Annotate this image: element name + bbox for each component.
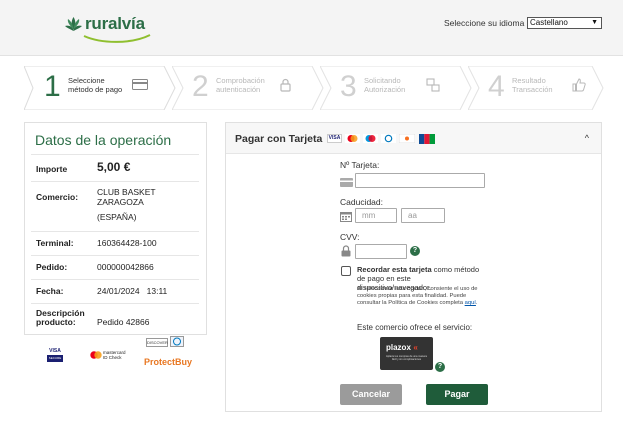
operation-details-panel: Datos de la operación Importe 5,00 € Com… xyxy=(24,122,207,335)
amount-label: Importe xyxy=(36,164,68,174)
diners-logo xyxy=(170,336,184,347)
step-2: 2 Comprobación autenticación xyxy=(172,66,324,110)
step-1-number: 1 xyxy=(44,70,61,103)
step-1: 1 Seleccione método de pago xyxy=(24,66,176,110)
order-value: 000000042866 xyxy=(97,262,154,272)
description-label: Descripción producto: xyxy=(36,309,85,327)
diners-circle-icon xyxy=(173,337,181,346)
ruralvia-logo: ruralvía xyxy=(64,14,156,44)
cookies-text: Al seleccionar esta opción, consiente el… xyxy=(357,286,489,308)
chevron-down-icon: ▼ xyxy=(591,19,598,26)
maestro-brand-icon xyxy=(363,134,378,143)
cvv-help-icon[interactable]: ? xyxy=(410,246,420,256)
plazox-logo: plazox « xyxy=(386,342,427,352)
expiry-year-input[interactable]: aa xyxy=(401,208,445,223)
progress-steps: 1 Seleccione método de pago 2 Comprobaci… xyxy=(24,66,604,110)
plazox-banner[interactable]: plazox « Aplaza tus compras de una maner… xyxy=(380,337,433,370)
cancel-button[interactable]: Cancelar xyxy=(340,384,402,405)
language-select[interactable]: Castellano ▼ xyxy=(527,17,602,29)
cookies-policy-link[interactable]: aquí xyxy=(465,300,476,306)
mastercard-brand-icon xyxy=(345,134,360,143)
language-label: Seleccione su idioma xyxy=(444,18,525,28)
pay-button[interactable]: Pagar xyxy=(426,384,488,405)
amount-value: 5,00 € xyxy=(97,160,131,174)
lock-icon xyxy=(341,245,351,257)
date-label: Fecha: xyxy=(36,286,64,296)
row-date: Fecha: 24/01/2024 13:11 xyxy=(31,279,199,303)
header: ruralvía Seleccione su idioma Castellano… xyxy=(0,0,623,56)
remember-card-checkbox[interactable] xyxy=(341,266,351,276)
terminal-label: Terminal: xyxy=(36,238,74,248)
security-logos: VISA SECURE mastercard ID Check DISCOVER… xyxy=(24,336,207,376)
expiry-month-input[interactable]: mm xyxy=(355,208,397,223)
visa-secure-logo: VISA SECURE xyxy=(47,348,63,363)
row-terminal: Terminal: 160364428-100 xyxy=(31,231,199,255)
card-number-label: Nº Tarjeta: xyxy=(340,160,380,170)
logo-swoosh xyxy=(83,34,151,43)
step-4: 4 Resultado Transacción xyxy=(468,66,604,110)
card-number-input[interactable] xyxy=(355,173,485,188)
merchant-line3: (ESPAÑA) xyxy=(97,212,137,222)
thumbs-up-icon xyxy=(572,78,586,92)
logo-text: ruralvía xyxy=(85,14,145,33)
visa-brand-icon: VISA xyxy=(327,134,342,143)
step-3-number: 3 xyxy=(340,70,357,103)
leaf-logo-icon xyxy=(65,17,82,31)
diners-brand-icon xyxy=(381,134,396,143)
step-2-number: 2 xyxy=(192,70,209,103)
protectbuy-logo: ProtectBuy xyxy=(144,357,193,367)
service-offer-text: Este comercio ofrece el servicio: xyxy=(357,323,473,332)
discover-brand-icon xyxy=(399,134,415,143)
row-description: Descripción producto: Pedido 42866 xyxy=(31,303,199,333)
payment-panel-header[interactable]: Pagar con Tarjeta VISA ^ xyxy=(226,123,601,154)
description-value: Pedido 42866 xyxy=(97,317,150,327)
mastercard-idcheck-logo: mastercard ID Check xyxy=(90,350,136,362)
transfer-icon xyxy=(426,78,440,92)
cookies-text-end: . xyxy=(475,300,478,307)
plazox-help-icon[interactable]: ? xyxy=(435,362,445,372)
terminal-value: 160364428-100 xyxy=(97,238,157,248)
plazox-chevrons-icon: « xyxy=(413,343,418,352)
cvv-label: CVV: xyxy=(340,232,360,242)
cvv-input[interactable] xyxy=(355,244,407,259)
mastercard-circles-icon xyxy=(90,351,102,359)
expiry-label: Caducidad: xyxy=(340,197,384,207)
row-merchant: Comercio: CLUB BASKET ZARAGOZA (ESPAÑA) xyxy=(31,181,199,231)
lock-icon xyxy=(280,78,291,92)
visa-secure-logo-sub: SECURE xyxy=(47,355,63,362)
language-select-value: Castellano xyxy=(530,18,568,27)
plazox-subtitle: Aplaza tus compras de una manera fácil y… xyxy=(386,355,427,362)
order-label: Pedido: xyxy=(36,262,68,272)
mastercard-idcheck-text: ID Check xyxy=(103,355,122,360)
row-amount: Importe 5,00 € xyxy=(31,154,199,181)
pay-with-card-title: Pagar con Tarjeta xyxy=(235,133,323,145)
payment-panel: Pagar con Tarjeta VISA ^ Nº Tarjeta: Cad… xyxy=(225,122,602,412)
plazox-logo-text: plazox xyxy=(386,343,411,352)
visa-secure-logo-text: VISA xyxy=(49,348,61,354)
row-order: Pedido: 000000042866 xyxy=(31,255,199,279)
merchant-line1: CLUB BASKET xyxy=(97,187,156,197)
discover-logo-text: DISCOVER xyxy=(147,340,168,345)
operation-title: Datos de la operación xyxy=(35,132,172,148)
merchant-value: CLUB BASKET ZARAGOZA (ESPAÑA) xyxy=(97,187,156,222)
collapse-chevron-up-icon[interactable]: ^ xyxy=(585,133,589,143)
description-label-line2: producto: xyxy=(36,317,76,327)
remember-card-bold: Recordar esta tarjeta xyxy=(357,265,432,274)
cookies-text-body: Al seleccionar esta opción, consiente el… xyxy=(357,286,478,307)
merchant-label: Comercio: xyxy=(36,192,79,202)
card-number-icon xyxy=(340,178,353,187)
discover-logo: DISCOVER xyxy=(146,338,168,347)
card-brand-logos: VISA xyxy=(327,134,439,144)
card-icon xyxy=(132,79,148,90)
step-3: 3 Solicitando Autorización xyxy=(320,66,472,110)
step-4-number: 4 xyxy=(488,70,505,103)
calendar-icon xyxy=(340,212,352,222)
jcb-brand-icon xyxy=(419,134,435,144)
date-value: 24/01/2024 13:11 xyxy=(97,286,168,296)
merchant-line2: ZARAGOZA xyxy=(97,197,144,207)
